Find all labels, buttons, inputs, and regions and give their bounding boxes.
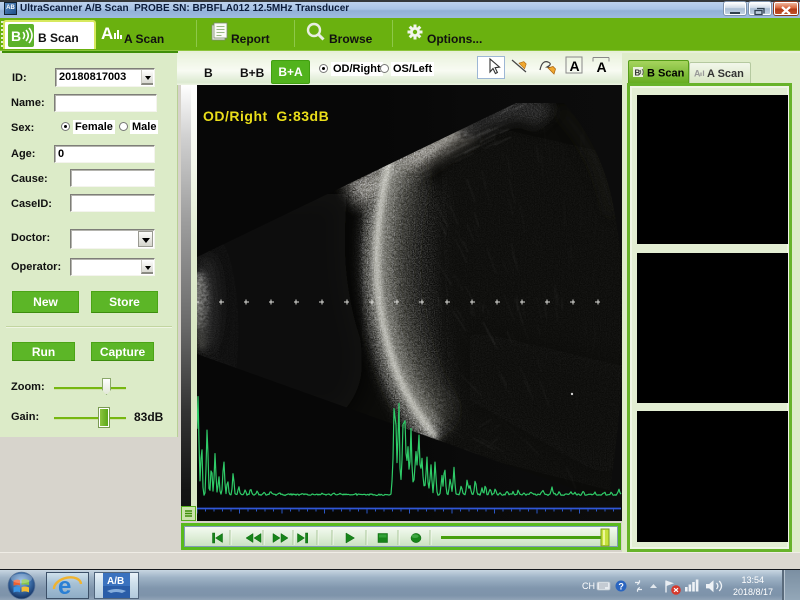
svg-text:B: B <box>635 69 641 78</box>
svg-text:A Scan: A Scan <box>707 68 744 80</box>
svg-text:B: B <box>11 28 21 44</box>
svg-text:A: A <box>101 24 113 43</box>
svg-text:A: A <box>694 69 701 79</box>
svg-text:A/B: A/B <box>107 576 124 587</box>
svg-text:CH: CH <box>582 581 595 591</box>
svg-text:B Scan: B Scan <box>647 68 685 80</box>
svg-text:A: A <box>570 58 580 74</box>
svg-text:A: A <box>597 59 607 75</box>
svg-text:?: ? <box>618 581 624 591</box>
